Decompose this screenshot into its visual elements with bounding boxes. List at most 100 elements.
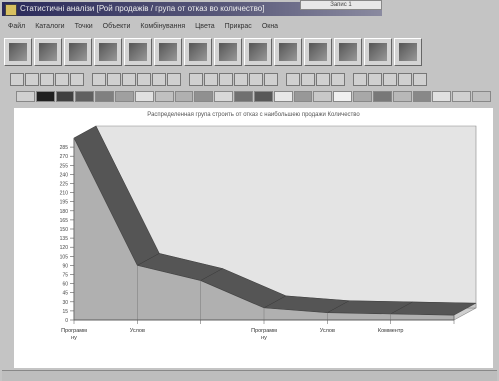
y-tick-label: 75 <box>62 273 68 279</box>
print-button[interactable] <box>394 38 422 66</box>
color-swatch[interactable] <box>16 91 35 102</box>
format-button[interactable] <box>234 72 248 86</box>
menu-item-points[interactable]: Точки <box>75 20 93 33</box>
color-swatch[interactable] <box>273 91 293 102</box>
x-tick-label: Услов <box>320 328 335 334</box>
color-swatch[interactable] <box>412 91 432 102</box>
status-bar <box>2 370 497 381</box>
color-swatch[interactable] <box>432 91 452 102</box>
color-swatch[interactable] <box>154 91 174 102</box>
menu-item-windows[interactable]: Окна <box>262 20 278 33</box>
window-title: Статистичні аналізи [Рой продажів / груп… <box>20 4 265 13</box>
color-swatch[interactable] <box>234 91 253 102</box>
color-swatch[interactable] <box>253 91 273 102</box>
format-button[interactable] <box>301 72 315 86</box>
format-button[interactable] <box>25 72 39 86</box>
menu-item-colors[interactable]: Цвета <box>195 20 215 33</box>
application-window: Статистичні аналізи [Рой продажів / груп… <box>0 0 499 381</box>
menu-bar: Файл Каталоги Точки Объекти Комбінування… <box>2 20 428 33</box>
brush-button[interactable] <box>124 38 152 66</box>
format-button[interactable] <box>316 72 330 86</box>
format-button[interactable] <box>10 72 24 86</box>
format-button[interactable] <box>92 72 106 86</box>
color-swatch[interactable] <box>194 91 214 102</box>
monitor-button[interactable] <box>274 38 302 66</box>
format-button[interactable] <box>249 72 263 86</box>
color-swatch[interactable] <box>392 91 412 102</box>
menu-item-decor[interactable]: Прикрас <box>225 20 252 33</box>
app-icon <box>5 4 17 16</box>
format-button[interactable] <box>167 72 181 86</box>
format-button[interactable] <box>219 72 233 86</box>
bar3d-chart-button[interactable] <box>184 38 212 66</box>
select-button[interactable] <box>4 38 32 66</box>
format-button[interactable] <box>152 72 166 86</box>
grid-button[interactable] <box>64 38 92 66</box>
format-button[interactable] <box>331 72 345 86</box>
pie-chart-button[interactable] <box>334 38 362 66</box>
x-tick-label: Программ <box>251 328 277 334</box>
format-button[interactable] <box>398 72 412 86</box>
column-chart-icon <box>309 43 327 61</box>
toolbar-separator <box>279 73 285 86</box>
data-button[interactable] <box>94 38 122 66</box>
format-button[interactable] <box>189 72 203 86</box>
toolbar-separator <box>346 73 352 86</box>
y-tick-label: 165 <box>60 218 69 224</box>
color-swatch[interactable] <box>313 91 333 102</box>
menu-item-catalogs[interactable]: Каталоги <box>35 20 64 33</box>
color-swatch[interactable] <box>353 91 372 102</box>
menu-item-combine[interactable]: Комбінування <box>140 20 185 33</box>
menu-item-objects[interactable]: Объекти <box>103 20 131 33</box>
select-icon <box>9 43 27 61</box>
color-swatch[interactable] <box>75 91 95 102</box>
x-tick-label: Комментр <box>378 328 404 334</box>
y-tick-label: 15 <box>62 309 68 315</box>
format-button[interactable] <box>368 72 382 86</box>
color-swatch[interactable] <box>472 91 491 102</box>
area-chart-icon <box>369 43 387 61</box>
color-swatch[interactable] <box>214 91 234 102</box>
format-button[interactable] <box>353 72 367 86</box>
line-chart-button[interactable] <box>244 38 272 66</box>
y-tick-label: 240 <box>60 172 69 178</box>
histogram-button[interactable] <box>214 38 242 66</box>
y-tick-label: 210 <box>60 191 69 197</box>
brush-icon <box>129 43 147 61</box>
format-button[interactable] <box>137 72 151 86</box>
format-button[interactable] <box>40 72 54 86</box>
format-button[interactable] <box>107 72 121 86</box>
color-swatch[interactable] <box>134 91 154 102</box>
y-tick-label: 270 <box>60 154 69 160</box>
format-button[interactable] <box>413 72 427 86</box>
format-button[interactable] <box>204 72 218 86</box>
color-swatch[interactable] <box>115 91 134 102</box>
format-button[interactable] <box>55 72 69 86</box>
format-button[interactable] <box>286 72 300 86</box>
format-button[interactable] <box>122 72 136 86</box>
format-button[interactable] <box>383 72 397 86</box>
x-tick-label: ну <box>261 335 267 341</box>
format-button[interactable] <box>264 72 278 86</box>
chart-wizard-button[interactable] <box>34 38 62 66</box>
color-swatch[interactable] <box>293 91 313 102</box>
format-button[interactable] <box>70 72 84 86</box>
y-tick-label: 180 <box>60 209 69 215</box>
bar-chart-button[interactable] <box>154 38 182 66</box>
color-swatch[interactable] <box>174 91 194 102</box>
color-swatch[interactable] <box>55 91 75 102</box>
y-tick-label: 195 <box>60 200 69 206</box>
y-tick-label: 45 <box>62 291 68 297</box>
column-chart-button[interactable] <box>304 38 332 66</box>
color-swatch[interactable] <box>333 91 353 102</box>
area-chart-button[interactable] <box>364 38 392 66</box>
color-swatch[interactable] <box>95 91 115 102</box>
menu-item-file[interactable]: Файл <box>8 20 25 33</box>
line-chart-icon <box>249 43 267 61</box>
color-swatch[interactable] <box>372 91 392 102</box>
y-tick-label: 135 <box>60 236 69 242</box>
color-swatch[interactable] <box>452 91 472 102</box>
color-swatch[interactable] <box>35 91 55 102</box>
y-tick-label: 0 <box>65 318 68 324</box>
y-tick-label: 150 <box>60 227 69 233</box>
